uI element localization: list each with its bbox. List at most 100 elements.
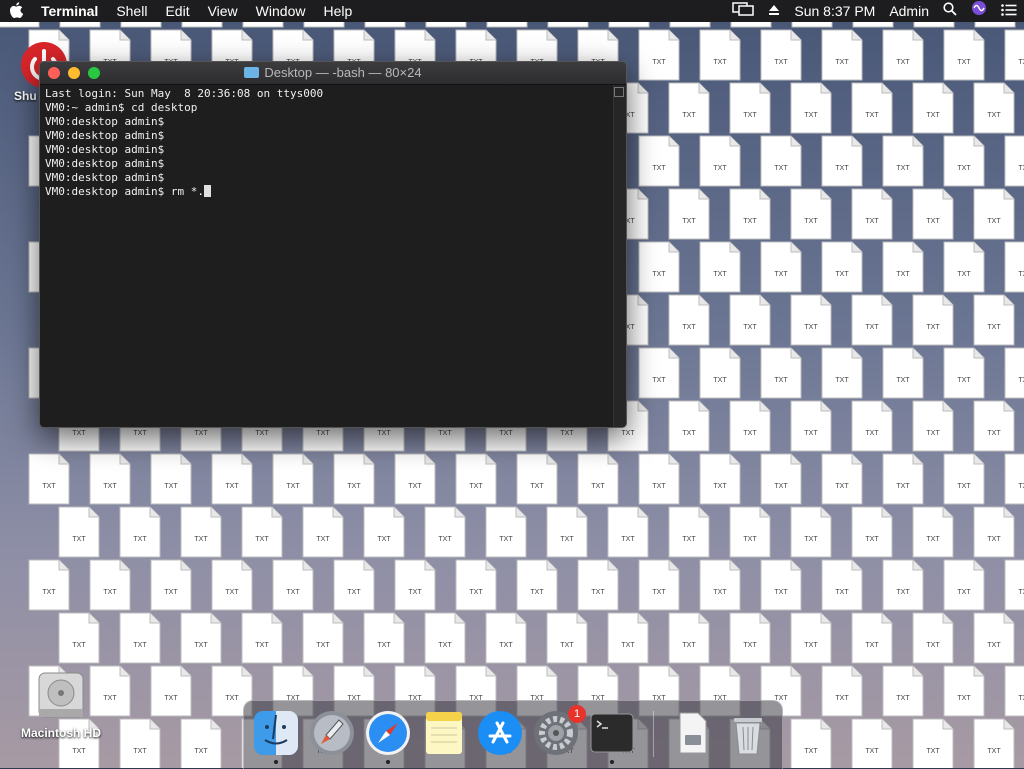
terminal-output[interactable]: Last login: Sun May 8 20:36:08 on ttys00… <box>40 85 614 427</box>
macintosh-hd-icon[interactable]: Macintosh HD <box>14 667 108 740</box>
txt-file-icon[interactable]: TXT <box>973 612 1015 664</box>
txt-file-icon[interactable]: TXT <box>302 612 344 664</box>
txt-file-icon[interactable]: TXT <box>790 718 832 768</box>
txt-file-icon[interactable]: TXT <box>912 188 954 240</box>
txt-file-icon[interactable]: TXT <box>180 506 222 558</box>
txt-file-icon[interactable]: TXT <box>760 559 802 611</box>
txt-file-icon[interactable]: TXT <box>242 22 284 28</box>
txt-file-icon[interactable]: TXT <box>455 453 497 505</box>
txt-file-icon[interactable]: TXT <box>882 665 924 717</box>
txt-file-icon[interactable]: TXT <box>882 29 924 81</box>
txt-file-icon[interactable]: TXT <box>485 612 527 664</box>
txt-file-icon[interactable]: TXT <box>760 241 802 293</box>
txt-file-icon[interactable]: TXT <box>516 453 558 505</box>
txt-file-icon[interactable]: TXT <box>790 294 832 346</box>
txt-file-icon[interactable]: TXT <box>546 506 588 558</box>
txt-file-icon[interactable]: TXT <box>851 718 893 768</box>
txt-file-icon[interactable]: TXT <box>333 559 375 611</box>
txt-file-icon[interactable]: TXT <box>943 665 985 717</box>
terminal-scrollbar[interactable] <box>613 85 626 427</box>
txt-file-icon[interactable]: TXT <box>729 294 771 346</box>
txt-file-icon[interactable]: TXT <box>668 82 710 134</box>
txt-file-icon[interactable]: TXT <box>119 612 161 664</box>
txt-file-icon[interactable]: TXT <box>699 559 741 611</box>
txt-file-icon[interactable]: TXT <box>760 29 802 81</box>
txt-file-icon[interactable]: TXT <box>577 453 619 505</box>
txt-file-icon[interactable]: TXT <box>668 400 710 452</box>
txt-file-icon[interactable]: TXT <box>729 506 771 558</box>
txt-file-icon[interactable]: TXT <box>546 612 588 664</box>
menu-view[interactable]: View <box>199 0 247 22</box>
txt-file-icon[interactable]: TXT <box>607 506 649 558</box>
dock-item-notes[interactable] <box>420 709 468 757</box>
txt-file-icon[interactable]: TXT <box>150 559 192 611</box>
txt-file-icon[interactable]: TXT <box>852 22 894 28</box>
txt-file-icon[interactable]: TXT <box>943 241 985 293</box>
txt-file-icon[interactable]: TXT <box>973 82 1015 134</box>
txt-file-icon[interactable]: TXT <box>303 22 345 28</box>
txt-file-icon[interactable]: TXT <box>516 559 558 611</box>
txt-file-icon[interactable]: TXT <box>913 22 955 28</box>
txt-file-icon[interactable]: TXT <box>943 29 985 81</box>
txt-file-icon[interactable]: TXT <box>699 241 741 293</box>
txt-file-icon[interactable]: TXT <box>943 347 985 399</box>
txt-file-icon[interactable]: TXT <box>912 612 954 664</box>
txt-file-icon[interactable]: TXT <box>333 453 375 505</box>
txt-file-icon[interactable]: TXT <box>943 559 985 611</box>
txt-file-icon[interactable]: TXT <box>668 612 710 664</box>
txt-file-icon[interactable]: TXT <box>394 559 436 611</box>
txt-file-icon[interactable]: TXT <box>821 559 863 611</box>
txt-file-icon[interactable]: TXT <box>821 665 863 717</box>
txt-file-icon[interactable]: TXT <box>363 506 405 558</box>
txt-file-icon[interactable]: TXT <box>973 506 1015 558</box>
txt-file-icon[interactable]: TXT <box>638 347 680 399</box>
txt-file-icon[interactable]: TXT <box>791 22 833 28</box>
scroll-split-icon[interactable] <box>614 87 624 97</box>
txt-file-icon[interactable]: TXT <box>364 22 406 28</box>
txt-file-icon[interactable]: TXT <box>119 718 161 768</box>
txt-file-icon[interactable]: TXT <box>699 135 741 187</box>
txt-file-icon[interactable]: TXT <box>638 241 680 293</box>
menu-help[interactable]: Help <box>314 0 361 22</box>
txt-file-icon[interactable]: TXT <box>974 22 1016 28</box>
dock-item-launchpad[interactable] <box>308 709 356 757</box>
txt-file-icon[interactable]: TXT <box>1004 241 1024 293</box>
txt-file-icon[interactable]: TXT <box>821 241 863 293</box>
txt-file-icon[interactable]: TXT <box>59 22 101 28</box>
txt-file-icon[interactable]: TXT <box>943 135 985 187</box>
txt-file-icon[interactable]: TXT <box>912 294 954 346</box>
txt-file-icon[interactable]: TXT <box>58 612 100 664</box>
txt-file-icon[interactable]: TXT <box>211 453 253 505</box>
txt-file-icon[interactable]: TXT <box>28 453 70 505</box>
txt-file-icon[interactable]: TXT <box>180 718 222 768</box>
txt-file-icon[interactable]: TXT <box>729 82 771 134</box>
txt-file-icon[interactable]: TXT <box>547 22 589 28</box>
txt-file-icon[interactable]: TXT <box>638 453 680 505</box>
txt-file-icon[interactable]: TXT <box>882 135 924 187</box>
txt-file-icon[interactable]: TXT <box>699 29 741 81</box>
txt-file-icon[interactable]: TXT <box>638 559 680 611</box>
dock-item-system-preferences[interactable]: 1 <box>532 705 586 757</box>
txt-file-icon[interactable]: TXT <box>425 22 467 28</box>
txt-file-icon[interactable]: TXT <box>120 22 162 28</box>
notification-center-icon[interactable] <box>994 0 1024 22</box>
txt-file-icon[interactable]: TXT <box>790 82 832 134</box>
menu-window[interactable]: Window <box>247 0 315 22</box>
txt-file-icon[interactable]: TXT <box>1004 453 1024 505</box>
dock-item-safari[interactable] <box>364 709 412 764</box>
txt-file-icon[interactable]: TXT <box>760 453 802 505</box>
txt-file-icon[interactable]: TXT <box>272 453 314 505</box>
txt-file-icon[interactable]: TXT <box>973 294 1015 346</box>
txt-file-icon[interactable]: TXT <box>760 347 802 399</box>
txt-file-icon[interactable]: TXT <box>851 294 893 346</box>
txt-file-icon[interactable]: TXT <box>912 506 954 558</box>
txt-file-icon[interactable]: TXT <box>28 559 70 611</box>
txt-file-icon[interactable]: TXT <box>363 612 405 664</box>
txt-file-icon[interactable]: TXT <box>760 135 802 187</box>
txt-file-icon[interactable]: TXT <box>1004 29 1024 81</box>
apple-menu[interactable] <box>0 0 32 22</box>
txt-file-icon[interactable]: TXT <box>912 718 954 768</box>
txt-file-icon[interactable]: TXT <box>577 559 619 611</box>
menu-edit[interactable]: Edit <box>156 0 198 22</box>
txt-file-icon[interactable]: TXT <box>790 612 832 664</box>
